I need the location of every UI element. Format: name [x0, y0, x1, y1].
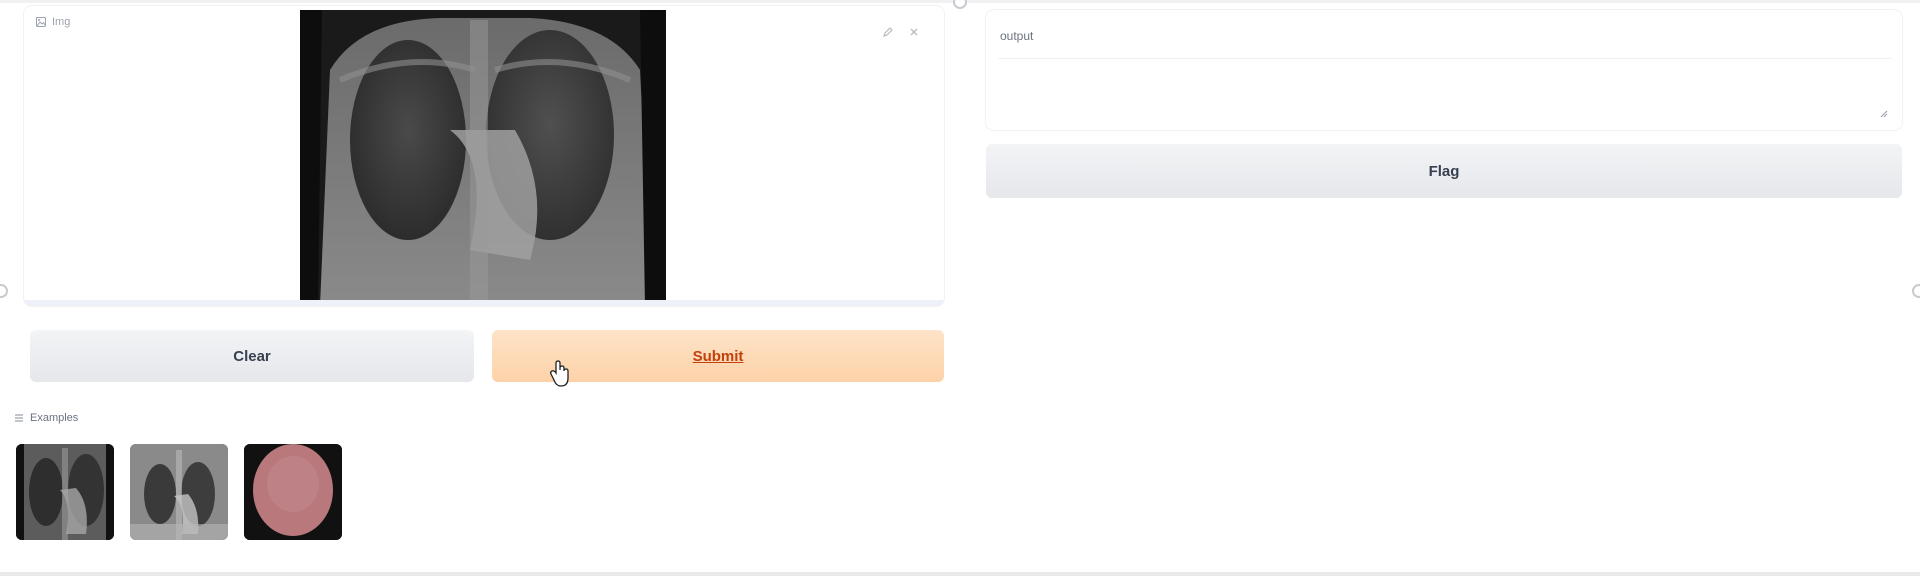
resize-handle-right[interactable]	[1912, 284, 1920, 298]
image-input-panel[interactable]: Img	[24, 6, 944, 306]
resize-grip-icon[interactable]	[1878, 108, 1888, 118]
image-input-label: Img	[36, 16, 70, 28]
examples-gallery	[16, 444, 342, 540]
output-textbox[interactable]	[998, 58, 1892, 125]
resize-handle-left[interactable]	[0, 284, 8, 298]
example-thumbnail-2[interactable]	[130, 444, 228, 540]
resize-handle-top-center[interactable]	[953, 0, 967, 9]
output-panel: output	[986, 10, 1902, 130]
flag-button[interactable]: Flag	[986, 144, 1902, 198]
hand-cursor-icon	[550, 360, 569, 387]
example-thumbnail-3[interactable]	[244, 444, 342, 540]
xray-image-preview	[300, 10, 666, 306]
window-bottom-edge	[0, 572, 1920, 576]
image-panel-footer	[24, 300, 944, 306]
output-label: output	[1000, 29, 1034, 43]
image-icon	[36, 17, 46, 27]
examples-label: Examples	[14, 412, 78, 424]
examples-label-text: Examples	[30, 412, 79, 424]
example-thumbnail-1[interactable]	[16, 444, 114, 540]
close-icon[interactable]	[906, 24, 922, 40]
image-input-label-text: Img	[52, 16, 71, 28]
clear-button[interactable]: Clear	[30, 330, 474, 382]
pencil-icon[interactable]	[880, 24, 896, 40]
list-icon	[15, 414, 23, 422]
